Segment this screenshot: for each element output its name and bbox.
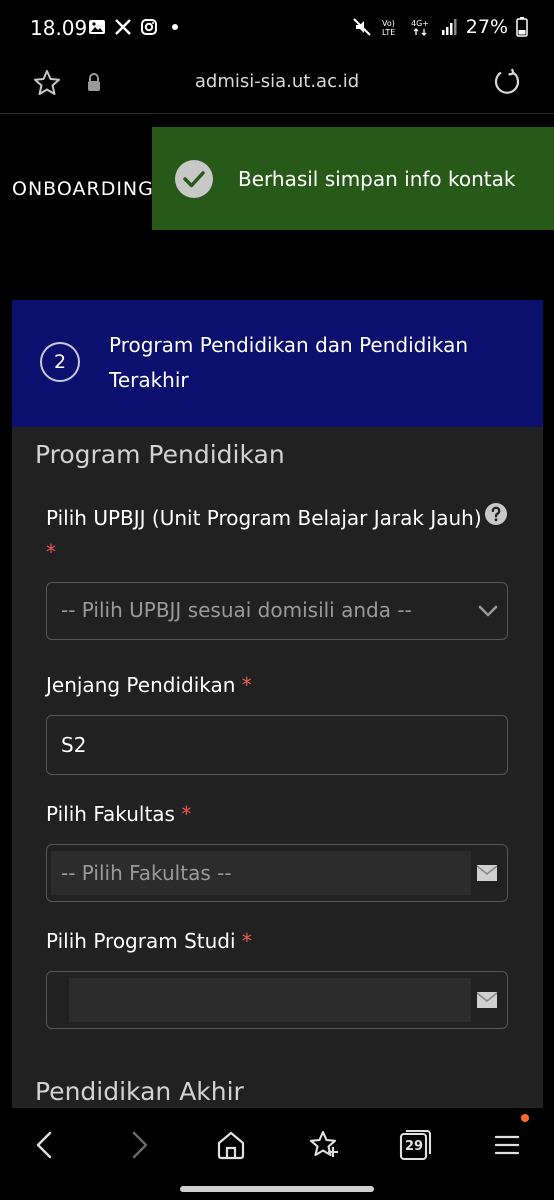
status-time: 18.09 — [30, 16, 88, 40]
url-text[interactable]: admisi-sia.ut.ac.id — [0, 71, 554, 92]
fakultas-label: Pilih Fakultas * — [46, 797, 191, 831]
fakultas-select[interactable]: -- Pilih Fakultas -- — [46, 844, 508, 902]
help-icon[interactable] — [484, 502, 508, 526]
battery-icon — [516, 17, 528, 37]
status-notification-icons — [88, 18, 184, 36]
required-marker: * — [241, 929, 252, 953]
gesture-bar[interactable] — [180, 1186, 374, 1192]
forward-icon[interactable] — [122, 1128, 156, 1162]
required-marker: * — [181, 802, 192, 826]
battery-percent: 27% — [465, 16, 508, 38]
svg-text:4G+: 4G+ — [411, 19, 429, 28]
form-card: 2 Program Pendidikan dan Pendidikan Tera… — [12, 300, 543, 1108]
envelope-icon — [477, 992, 497, 1008]
upbjj-label: Pilih UPBJJ (Unit Program Belajar Jarak … — [46, 501, 486, 569]
mute-icon — [353, 18, 371, 36]
success-toast[interactable]: Berhasil simpan info kontak — [152, 127, 554, 230]
fakultas-select-field[interactable]: -- Pilih Fakultas -- — [51, 851, 471, 895]
tabs-button[interactable]: 29 — [398, 1128, 432, 1162]
toast-message: Berhasil simpan info kontak — [238, 166, 516, 191]
prodi-label: Pilih Program Studi * — [46, 924, 252, 958]
fakultas-label-text: Pilih Fakultas — [46, 802, 175, 826]
x-icon — [115, 19, 131, 35]
browser-address-bar: admisi-sia.ut.ac.id — [0, 56, 554, 114]
svg-text:Vo): Vo) — [382, 19, 395, 28]
section-title-program: Program Pendidikan — [35, 440, 285, 469]
svg-text:LTE: LTE — [382, 28, 395, 37]
check-circle-icon — [175, 159, 213, 198]
bookmarks-icon[interactable] — [306, 1128, 340, 1162]
jenjang-label-text: Jenjang Pendidikan — [46, 673, 236, 697]
gallery-icon — [89, 20, 105, 34]
required-marker: * — [46, 540, 56, 564]
required-marker: * — [241, 673, 252, 697]
volte-icon: Vo)LTE — [382, 19, 395, 37]
step-header: 2 Program Pendidikan dan Pendidikan Tera… — [12, 300, 543, 427]
4g-icon: 4G+ — [411, 19, 429, 36]
jenjang-label: Jenjang Pendidikan * — [46, 668, 252, 702]
chevron-down-icon — [478, 605, 498, 617]
menu-notification-dot — [521, 1114, 529, 1122]
jenjang-input[interactable]: S2 — [46, 715, 508, 775]
jenjang-input-value: S2 — [61, 733, 87, 757]
dot-icon — [172, 24, 178, 30]
section-title-akhir: Pendidikan Akhir — [35, 1077, 244, 1106]
upbjj-select-value: -- Pilih UPBJJ sesuai domisili anda -- — [61, 598, 412, 622]
status-system-icons: Vo) LTE 4G+ 27% — [352, 16, 528, 38]
instagram-icon — [141, 19, 157, 35]
page-heading: ONBOARDING — [12, 178, 154, 200]
fakultas-select-value: -- Pilih Fakultas -- — [61, 861, 232, 885]
prodi-select[interactable] — [46, 971, 508, 1029]
status-bar: 18.09 Vo) LTE 4G+ 27% — [0, 0, 554, 56]
tabs-count: 29 — [404, 1139, 424, 1154]
back-icon[interactable] — [28, 1128, 62, 1162]
upbjj-label-text: Pilih UPBJJ (Unit Program Belajar Jarak … — [46, 506, 482, 530]
menu-icon[interactable] — [490, 1128, 524, 1162]
step-number-badge: 2 — [40, 342, 80, 382]
home-icon[interactable] — [214, 1128, 248, 1162]
reload-icon[interactable] — [492, 67, 522, 97]
prodi-label-text: Pilih Program Studi — [46, 929, 236, 953]
upbjj-select[interactable]: -- Pilih UPBJJ sesuai domisili anda -- — [46, 582, 508, 640]
signal-icon — [441, 19, 457, 35]
prodi-select-field[interactable] — [69, 978, 471, 1022]
envelope-icon — [477, 865, 497, 881]
step-title: Program Pendidikan dan Pendidikan Terakh… — [109, 333, 469, 392]
